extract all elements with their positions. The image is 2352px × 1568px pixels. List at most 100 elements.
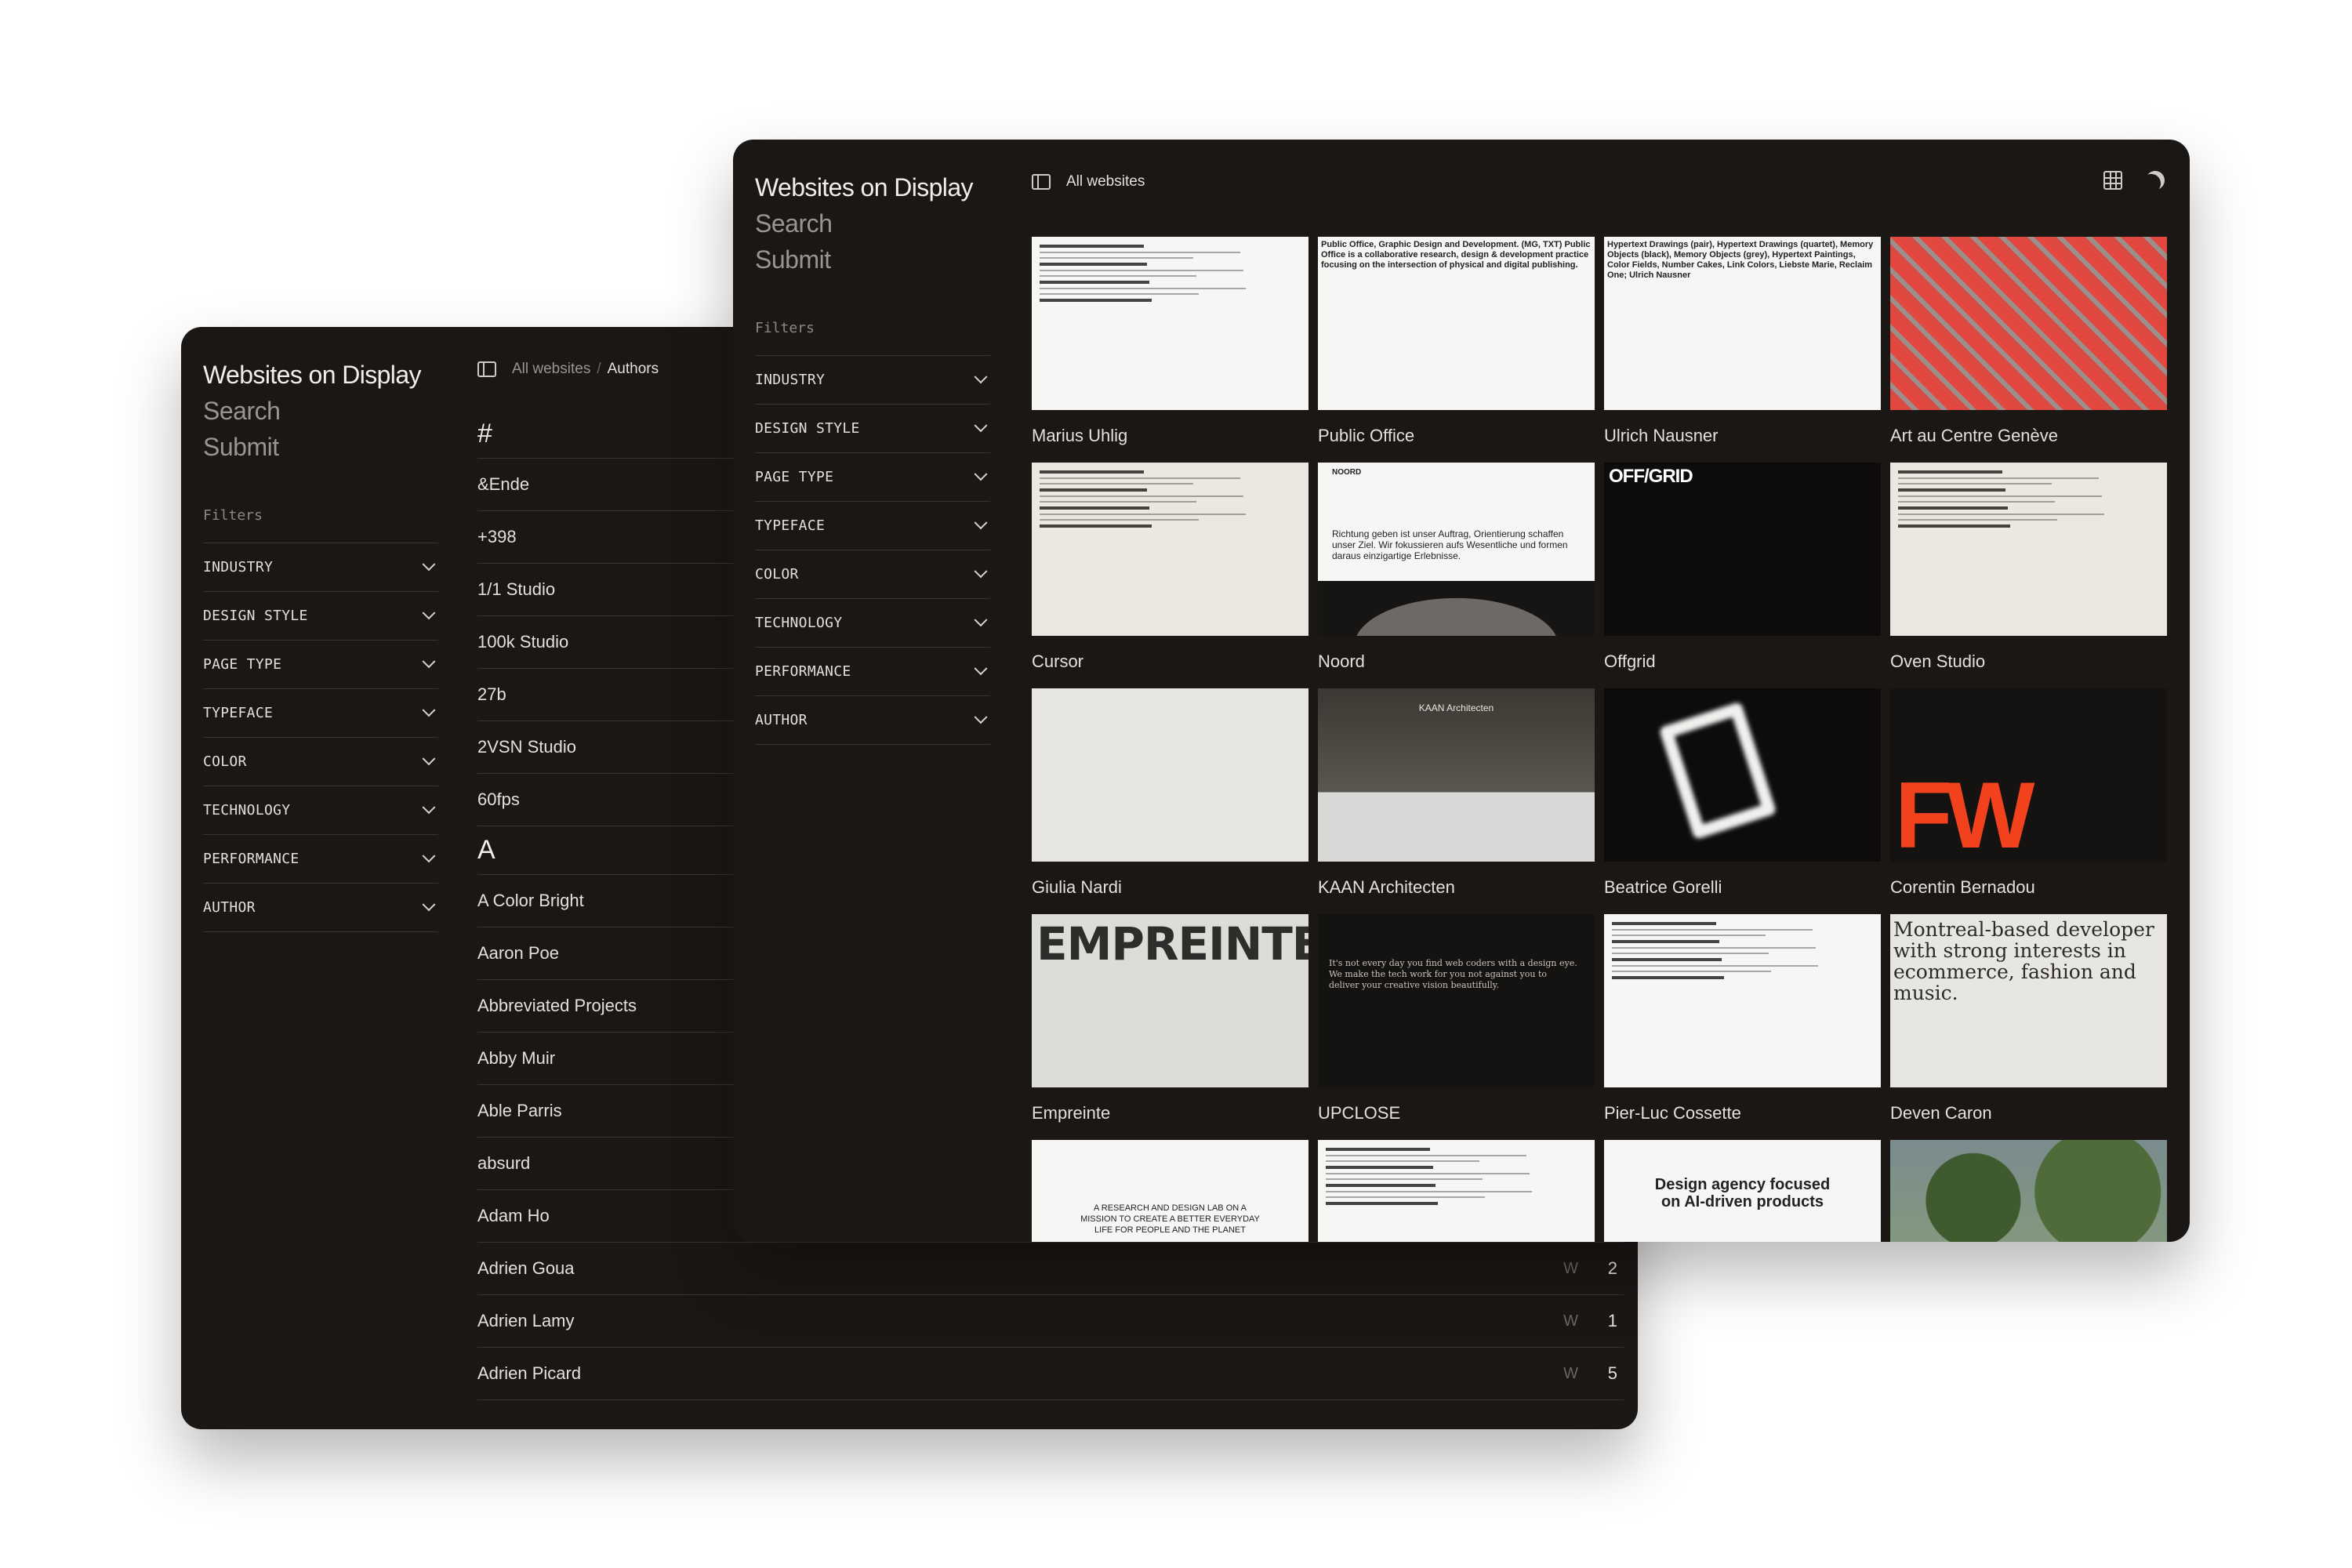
website-title[interactable]: Giulia Nardi	[1032, 877, 1308, 898]
website-thumbnail[interactable]: Hypertext Drawings (pair), Hypertext Dra…	[1604, 237, 1881, 410]
website-thumbnail[interactable]	[1890, 463, 2167, 636]
website-title[interactable]: KAAN Architecten	[1318, 877, 1595, 898]
website-card[interactable]: EMPREINTE Empreinte	[1032, 914, 1308, 1140]
website-title[interactable]: Cursor	[1032, 652, 1308, 672]
website-card[interactable]: Art au Centre Genève	[1890, 237, 2167, 463]
brand-title[interactable]: Websites on Display	[203, 357, 438, 393]
filter-technology[interactable]: TECHNOLOGY	[203, 786, 438, 835]
website-thumbnail[interactable]	[1890, 237, 2167, 410]
submit-link[interactable]: Submit	[203, 429, 438, 465]
chevron-down-icon	[974, 710, 988, 724]
sidebar-toggle-icon[interactable]	[477, 361, 496, 377]
website-thumbnail[interactable]	[1318, 1140, 1595, 1242]
website-thumbnail[interactable]	[1032, 237, 1308, 410]
author-name: Adrien Lamy	[477, 1311, 575, 1330]
website-card[interactable]: It's not every day you find web coders w…	[1318, 914, 1595, 1140]
search-link[interactable]: Search	[755, 205, 990, 241]
website-title[interactable]: Oven Studio	[1890, 652, 2167, 672]
filter-author[interactable]: AUTHOR	[203, 884, 438, 932]
filter-typeface[interactable]: TYPEFACE	[755, 502, 990, 550]
filter-performance[interactable]: PERFORMANCE	[755, 648, 990, 696]
website-card[interactable]: Public Office, Graphic Design and Develo…	[1318, 237, 1595, 463]
brand-title[interactable]: Websites on Display	[755, 169, 990, 205]
thumbnail-logo: NOORD	[1332, 468, 1362, 477]
chevron-down-icon	[422, 897, 436, 911]
website-thumbnail[interactable]: Design agency focused on AI-driven produ…	[1604, 1140, 1881, 1242]
website-title[interactable]: Deven Caron	[1890, 1103, 2167, 1123]
website-card[interactable]: Pier-Luc Cossette	[1604, 914, 1881, 1140]
filter-design-style[interactable]: DESIGN STYLE	[755, 405, 990, 453]
website-card[interactable]: Montreal-based developer with strong int…	[1890, 914, 2167, 1140]
website-card[interactable]	[1318, 1140, 1595, 1242]
website-card[interactable]: Hypertext Drawings (pair), Hypertext Dra…	[1604, 237, 1881, 463]
filter-author[interactable]: AUTHOR	[755, 696, 990, 745]
website-card[interactable]: Oven Studio	[1890, 463, 2167, 688]
author-row[interactable]: Adrien Picard W 5	[477, 1348, 1624, 1400]
website-thumbnail[interactable]: EMPREINTE	[1032, 914, 1308, 1087]
filter-label: PAGE TYPE	[203, 656, 282, 673]
website-thumbnail[interactable]: Public Office, Graphic Design and Develo…	[1318, 237, 1595, 410]
filter-label: TECHNOLOGY	[755, 615, 843, 631]
website-card[interactable]	[1890, 1140, 2167, 1242]
website-card[interactable]: A RESEARCH AND DESIGN LAB ON A MISSION T…	[1032, 1140, 1308, 1242]
search-link[interactable]: Search	[203, 393, 438, 429]
website-thumbnail[interactable]	[1604, 688, 1881, 862]
website-title[interactable]: Pier-Luc Cossette	[1604, 1103, 1881, 1123]
website-title[interactable]: Beatrice Gorelli	[1604, 877, 1881, 898]
website-card[interactable]: Cursor	[1032, 463, 1308, 688]
website-title[interactable]: Noord	[1318, 652, 1595, 672]
filter-typeface[interactable]: TYPEFACE	[203, 689, 438, 738]
chevron-down-icon	[974, 466, 988, 481]
filter-performance[interactable]: PERFORMANCE	[203, 835, 438, 884]
website-card[interactable]: Marius Uhlig	[1032, 237, 1308, 463]
website-thumbnail[interactable]: NOORD Richtung geben ist unser Auftrag, O…	[1318, 463, 1595, 636]
website-thumbnail[interactable]	[1604, 914, 1881, 1087]
submit-link[interactable]: Submit	[755, 241, 990, 278]
breadcrumb-root[interactable]: All websites	[512, 361, 590, 377]
breadcrumb-current[interactable]: All websites	[1066, 173, 1145, 191]
thumbnail-text: Design agency focused on AI-driven produ…	[1654, 1176, 1831, 1210]
author-name: Adrien Picard	[477, 1363, 582, 1383]
website-card[interactable]: FW Corentin Bernadou	[1890, 688, 2167, 914]
website-card[interactable]: KAAN Architecten KAAN Architecten	[1318, 688, 1595, 914]
filter-label: TYPEFACE	[755, 517, 826, 534]
website-title[interactable]: Corentin Bernadou	[1890, 877, 2167, 898]
filter-color[interactable]: COLOR	[203, 738, 438, 786]
website-title[interactable]: UPCLOSE	[1318, 1103, 1595, 1123]
website-title[interactable]: Marius Uhlig	[1032, 426, 1308, 446]
author-row[interactable]: Adrien Lamy W 1	[477, 1295, 1624, 1348]
sidebar-toggle-icon[interactable]	[1032, 174, 1051, 190]
website-card[interactable]: Beatrice Gorelli	[1604, 688, 1881, 914]
website-thumbnail[interactable]: A RESEARCH AND DESIGN LAB ON A MISSION T…	[1032, 1140, 1308, 1242]
filter-page-type[interactable]: PAGE TYPE	[203, 641, 438, 689]
filter-industry[interactable]: INDUSTRY	[755, 356, 990, 405]
website-thumbnail[interactable]: It's not every day you find web coders w…	[1318, 914, 1595, 1087]
website-thumbnail[interactable]: FW	[1890, 688, 2167, 862]
website-card[interactable]: Design agency focused on AI-driven produ…	[1604, 1140, 1881, 1242]
website-thumbnail[interactable]: OFF/GRID	[1604, 463, 1881, 636]
filter-industry[interactable]: INDUSTRY	[203, 543, 438, 592]
filter-page-type[interactable]: PAGE TYPE	[755, 453, 990, 502]
thumbnail-content	[1612, 922, 1873, 983]
website-title[interactable]: Art au Centre Genève	[1890, 426, 2167, 446]
website-card[interactable]: Giulia Nardi	[1032, 688, 1308, 914]
website-thumbnail[interactable]	[1032, 688, 1308, 862]
website-card[interactable]: OFF/GRID Offgrid	[1604, 463, 1881, 688]
grid-view-icon[interactable]	[2103, 171, 2122, 190]
website-title[interactable]: Offgrid	[1604, 652, 1881, 672]
filter-technology[interactable]: TECHNOLOGY	[755, 599, 990, 648]
dark-mode-icon[interactable]	[2143, 169, 2168, 193]
filter-design-style[interactable]: DESIGN STYLE	[203, 592, 438, 641]
website-thumbnail[interactable]: Montreal-based developer with strong int…	[1890, 914, 2167, 1087]
author-row[interactable]: Adrien Goua W 2	[477, 1243, 1624, 1295]
filter-label: INDUSTRY	[203, 559, 274, 575]
website-thumbnail[interactable]	[1890, 1140, 2167, 1242]
website-title[interactable]: Empreinte	[1032, 1103, 1308, 1123]
website-thumbnail[interactable]	[1032, 463, 1308, 636]
website-title[interactable]: Ulrich Nausner	[1604, 426, 1881, 446]
website-thumbnail[interactable]: KAAN Architecten	[1318, 688, 1595, 862]
filter-color[interactable]: COLOR	[755, 550, 990, 599]
filter-label: DESIGN STYLE	[203, 608, 308, 624]
website-title[interactable]: Public Office	[1318, 426, 1595, 446]
website-card[interactable]: NOORD Richtung geben ist unser Auftrag, O…	[1318, 463, 1595, 688]
